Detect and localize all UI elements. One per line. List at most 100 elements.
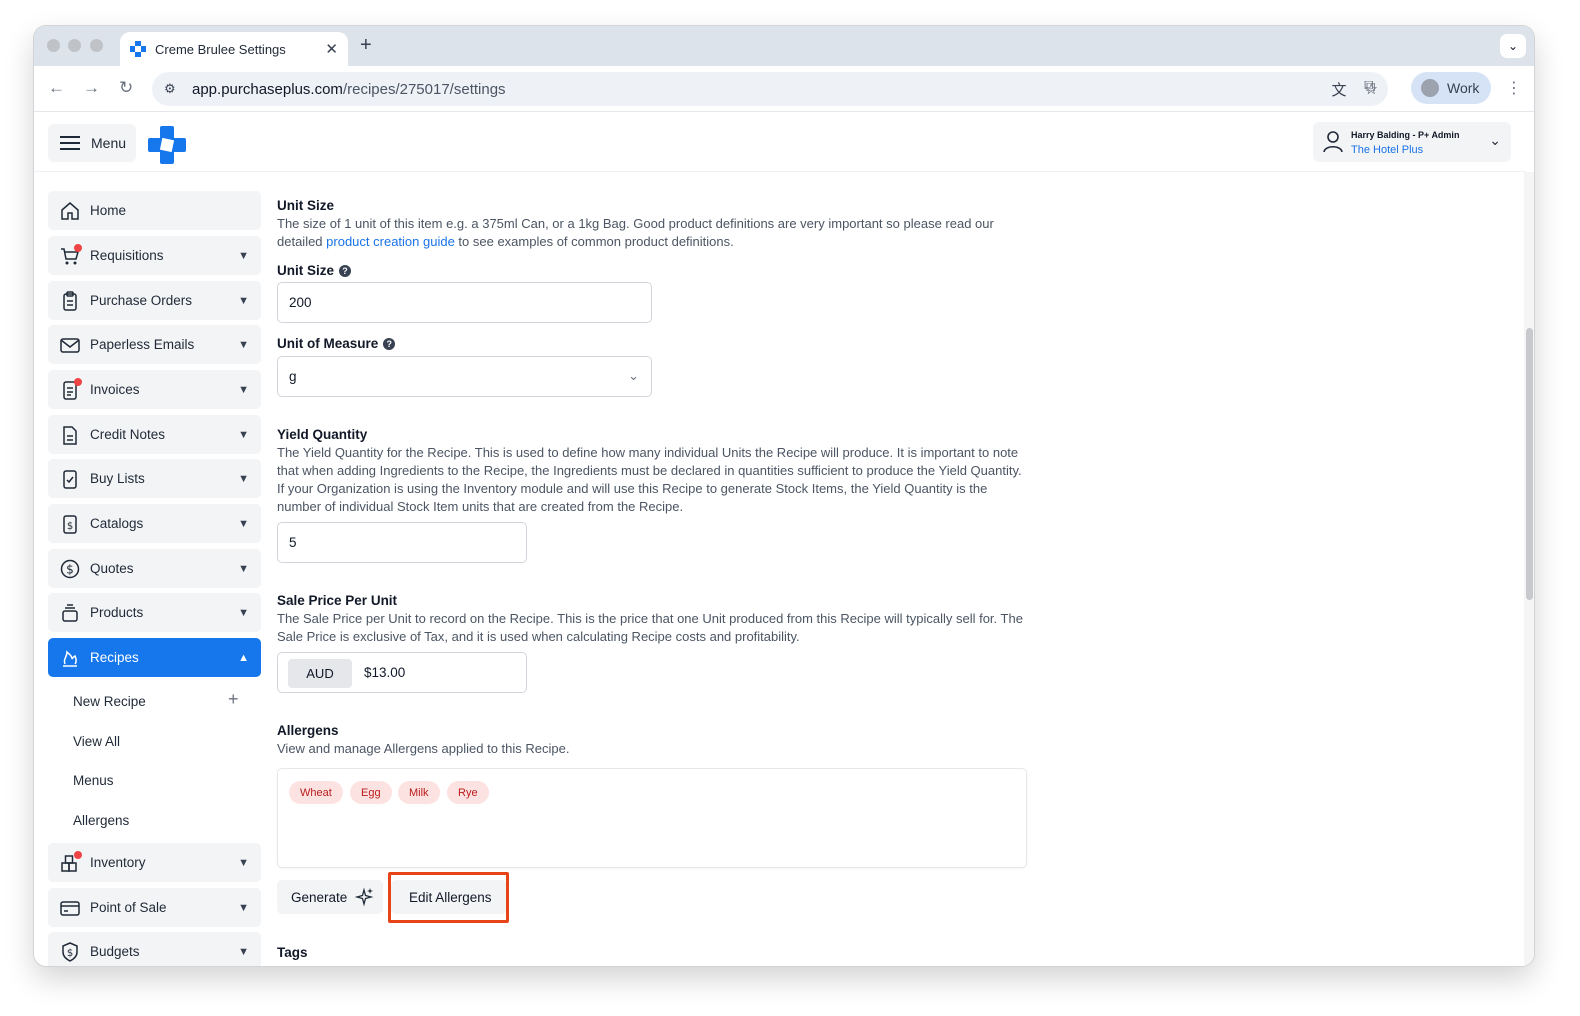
translate-icon[interactable]: 文 xyxy=(1332,79,1347,100)
close-tab-icon[interactable]: ✕ xyxy=(325,40,338,58)
sidebar-item-requisitions[interactable]: Requisitions ▼ xyxy=(48,236,261,275)
user-account-dropdown[interactable]: Harry Balding - P+ Admin The Hotel Plus … xyxy=(1313,122,1511,162)
sidebar-item-products[interactable]: Products ▼ xyxy=(48,593,261,632)
reload-icon[interactable]: ↻ xyxy=(119,78,133,98)
clipboard-icon xyxy=(63,290,77,311)
chevron-down-icon: ▼ xyxy=(238,562,249,575)
invoice-icon xyxy=(60,377,82,400)
sale-price-title: Sale Price Per Unit xyxy=(277,593,398,608)
sidebar-subitem-menus[interactable]: Menus xyxy=(73,773,114,788)
new-tab-button[interactable]: + xyxy=(360,34,372,57)
home-icon xyxy=(61,201,79,220)
sidebar-item-invoices[interactable]: Invoices ▼ xyxy=(48,370,261,409)
sale-price-input[interactable]: AUD $13.00 xyxy=(277,652,527,693)
allergens-box: Wheat Egg Milk Rye xyxy=(277,768,1027,868)
yield-quantity-title: Yield Quantity xyxy=(277,427,368,442)
window-minimize-dot[interactable] xyxy=(68,39,81,52)
sidebar-item-paperless-emails[interactable]: Paperless Emails ▼ xyxy=(48,325,261,364)
yield-quantity-description: The Yield Quantity for the Recipe. This … xyxy=(277,445,1022,514)
user-organisation: The Hotel Plus xyxy=(1351,144,1424,156)
notification-dot xyxy=(74,850,82,859)
envelope-icon xyxy=(60,337,80,353)
purchaseplus-favicon-icon xyxy=(130,41,146,57)
window-close-dot[interactable] xyxy=(47,39,60,52)
user-icon xyxy=(1323,131,1343,153)
app-header: Menu Harry Balding - P+ Admin The Hotel … xyxy=(34,112,1526,172)
chevron-down-icon: ▼ xyxy=(238,428,249,441)
address-bar[interactable]: ⚙ app.purchaseplus.com/recipes/275017/se… xyxy=(152,72,1388,106)
chevron-down-icon: ▼ xyxy=(238,606,249,619)
user-name: Harry Balding - P+ Admin xyxy=(1351,130,1460,140)
browser-menu-icon[interactable]: ⋮ xyxy=(1506,78,1522,98)
page-scrollbar[interactable] xyxy=(1524,172,1534,966)
shield-dollar-icon: $ xyxy=(62,941,78,962)
sidebar-subitem-new-recipe[interactable]: New Recipe xyxy=(73,694,146,709)
profile-label: Work xyxy=(1447,80,1480,96)
dollar-circle-icon: $ xyxy=(60,559,80,578)
purchaseplus-logo-icon[interactable] xyxy=(148,126,186,164)
svg-text:$: $ xyxy=(66,562,74,576)
plus-icon[interactable]: + xyxy=(228,689,239,710)
url-host: app.purchaseplus.com xyxy=(192,80,343,98)
allergen-chip: Rye xyxy=(447,781,489,804)
sidebar-item-inventory[interactable]: Inventory ▼ xyxy=(48,843,261,882)
tab-bar: Creme Brulee Settings ✕ + ⌄ xyxy=(34,26,1534,66)
sidebar-item-recipes[interactable]: Recipes ▲ xyxy=(48,638,261,677)
chevron-down-icon: ▼ xyxy=(238,383,249,396)
unit-size-label: Unit Size? xyxy=(277,263,352,278)
sidebar-item-catalogs[interactable]: $ Catalogs ▼ xyxy=(48,504,261,543)
chevron-down-icon: ⌄ xyxy=(1489,132,1501,148)
stack-icon xyxy=(62,603,78,622)
browser-tab[interactable]: Creme Brulee Settings ✕ xyxy=(120,32,348,66)
generate-allergens-button[interactable]: Generate xyxy=(277,880,383,914)
sidebar-item-purchase-orders[interactable]: Purchase Orders ▼ xyxy=(48,281,261,320)
svg-text:$: $ xyxy=(67,521,73,532)
browser-window: Creme Brulee Settings ✕ + ⌄ ← → ↻ ⚙ app.… xyxy=(34,26,1534,966)
flame-icon xyxy=(63,649,77,667)
unit-size-input[interactable]: 200 xyxy=(277,282,652,323)
chevron-down-icon: ▼ xyxy=(238,856,249,869)
sidebar-item-credit-notes[interactable]: Credit Notes ▼ xyxy=(48,415,261,454)
inventory-icon xyxy=(60,850,82,873)
extensions-puzzle-icon[interactable]: ⧉ xyxy=(1364,78,1375,96)
hamburger-icon xyxy=(60,136,80,150)
yield-quantity-input[interactable]: 5 xyxy=(277,522,527,563)
sidebar-subitem-allergens[interactable]: Allergens xyxy=(73,813,129,828)
sidebar-item-buy-lists[interactable]: Buy Lists ▼ xyxy=(48,459,261,498)
sidebar-item-budgets[interactable]: $ Budgets ▼ xyxy=(48,932,261,966)
unit-size-section-description: The size of 1 unit of this item e.g. a 3… xyxy=(277,216,994,249)
sale-price-description: The Sale Price per Unit to record on the… xyxy=(277,611,1023,644)
sidebar-item-point-of-sale[interactable]: Point of Sale ▼ xyxy=(48,888,261,927)
sidebar-item-quotes[interactable]: $ Quotes ▼ xyxy=(48,549,261,588)
profile-button[interactable]: Work xyxy=(1411,72,1491,104)
allergen-chip: Wheat xyxy=(289,781,343,804)
window-zoom-dot[interactable] xyxy=(90,39,103,52)
help-icon[interactable]: ? xyxy=(339,265,352,277)
sidebar-subitem-view-all[interactable]: View All xyxy=(73,734,120,749)
chevron-down-icon: ▼ xyxy=(238,945,249,958)
allergen-chip: Milk xyxy=(398,781,440,804)
chevron-down-icon: ▼ xyxy=(238,338,249,351)
product-creation-guide-link[interactable]: product creation guide xyxy=(326,234,455,249)
browser-toolbar: ← → ↻ ⚙ app.purchaseplus.com/recipes/275… xyxy=(34,66,1534,112)
credit-card-icon xyxy=(60,900,80,916)
site-settings-icon[interactable]: ⚙ xyxy=(164,81,180,97)
url-path: /recipes/275017/settings xyxy=(342,80,506,98)
back-arrow-icon[interactable]: ← xyxy=(48,78,65,98)
tab-search-chevron-icon[interactable]: ⌄ xyxy=(1500,34,1526,58)
allergens-title: Allergens xyxy=(277,723,339,738)
help-icon[interactable]: ? xyxy=(383,338,396,350)
scrollbar-thumb[interactable] xyxy=(1526,328,1533,600)
tags-title: Tags xyxy=(277,945,308,960)
svg-text:$: $ xyxy=(67,948,73,959)
forward-arrow-icon[interactable]: → xyxy=(83,78,100,98)
chevron-up-icon: ▲ xyxy=(238,651,249,664)
allergens-description: View and manage Allergens applied to thi… xyxy=(277,741,570,756)
document-icon xyxy=(63,425,77,445)
notification-dot xyxy=(74,243,82,252)
unit-of-measure-select[interactable]: g ⌄ xyxy=(277,356,652,397)
sidebar-item-home[interactable]: Home xyxy=(48,191,261,230)
chevron-down-icon: ▼ xyxy=(238,517,249,530)
menu-button[interactable]: Menu xyxy=(48,124,136,162)
allergen-chip: Egg xyxy=(350,781,392,804)
